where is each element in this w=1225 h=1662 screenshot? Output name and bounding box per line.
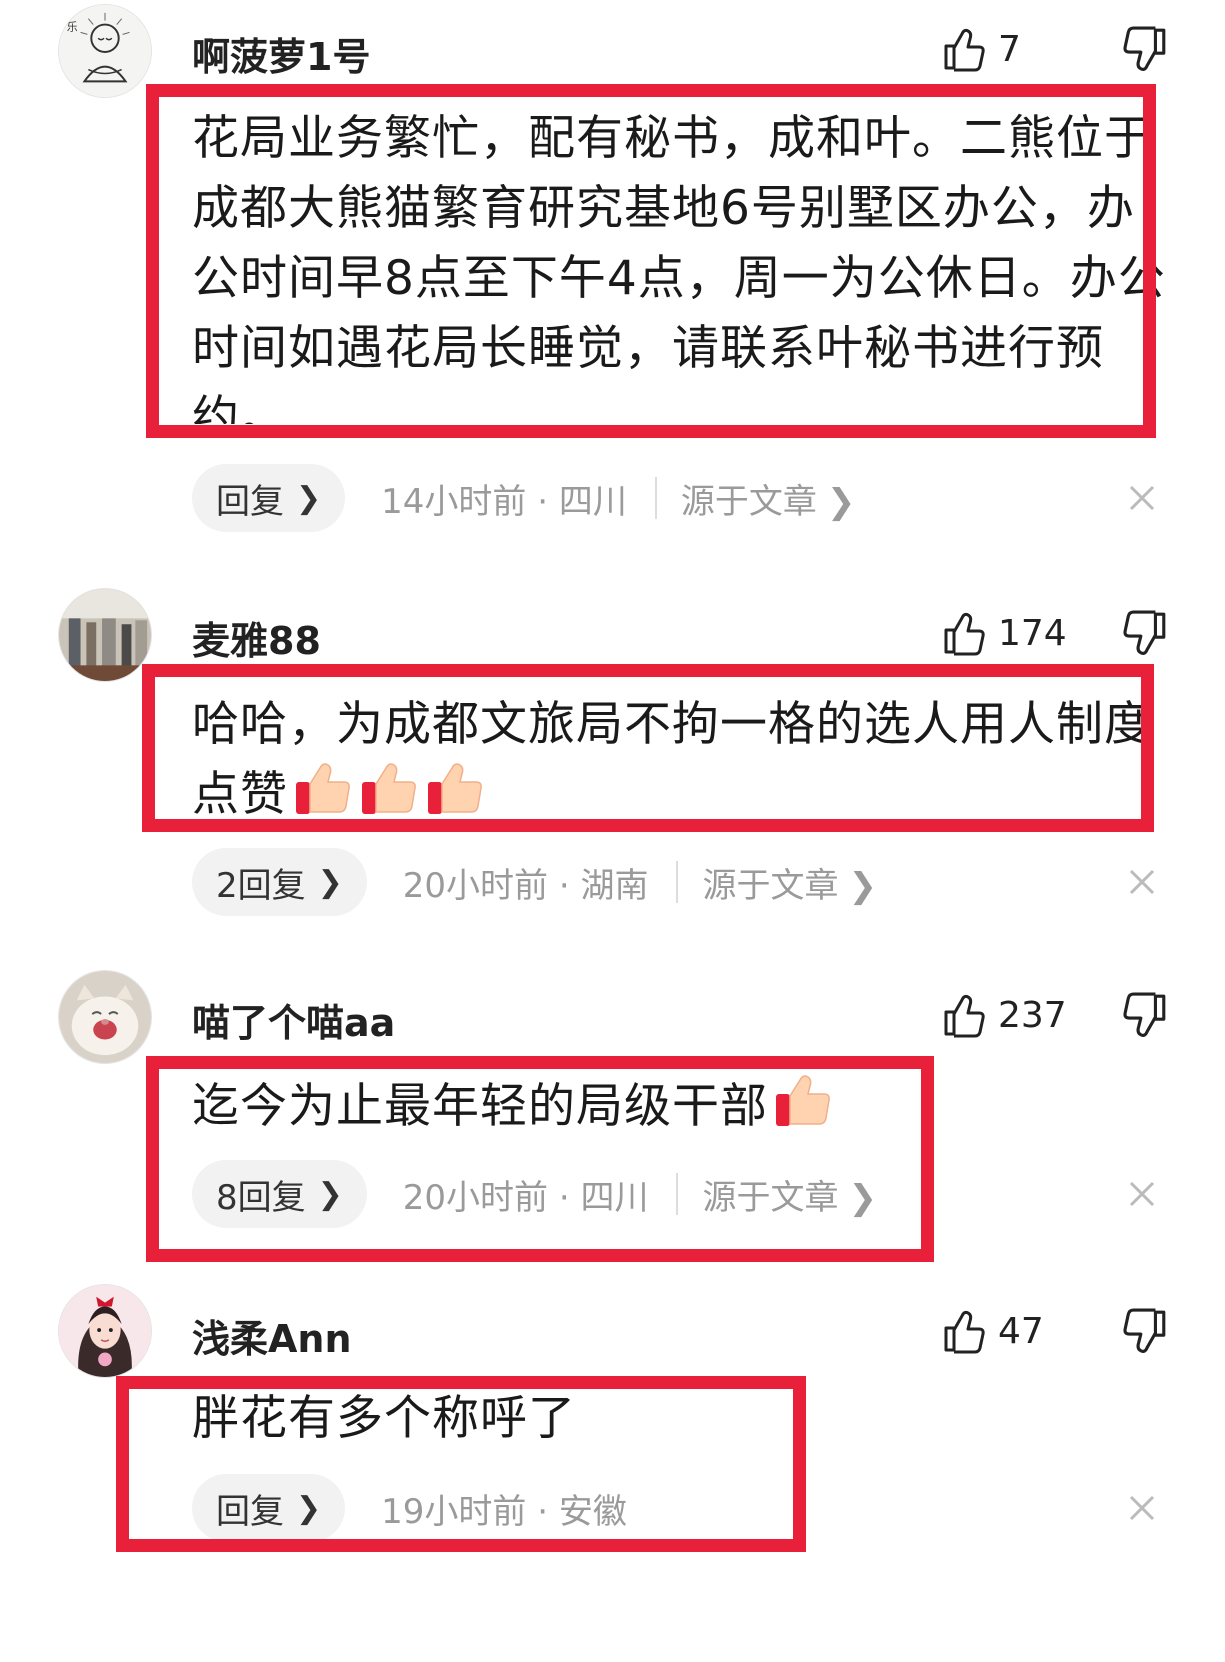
chevron-right-icon: ❯ bbox=[848, 865, 877, 906]
close-icon[interactable] bbox=[1128, 1494, 1156, 1522]
avatar[interactable] bbox=[58, 1284, 152, 1378]
thumbs-up-outline-icon bbox=[944, 994, 985, 1038]
avatar[interactable] bbox=[58, 970, 152, 1064]
like-count: 174 bbox=[998, 612, 1067, 654]
chevron-right-icon: ❯ bbox=[317, 864, 343, 900]
like-button[interactable]: 237 bbox=[942, 992, 1067, 1038]
avatar[interactable] bbox=[58, 588, 152, 682]
close-icon[interactable] bbox=[1128, 484, 1156, 512]
close-icon[interactable] bbox=[1128, 1180, 1156, 1208]
reply-label: 2回复 bbox=[216, 865, 306, 906]
thumbs-down-outline-icon[interactable] bbox=[1122, 992, 1168, 1040]
thumbs-up-outline-icon bbox=[944, 28, 985, 72]
close-icon[interactable] bbox=[1128, 868, 1156, 896]
like-count: 47 bbox=[998, 1310, 1044, 1352]
comment-meta: 回复 ❯ 14小时前 · 四川 源于文章 ❯ bbox=[192, 464, 855, 532]
like-count: 7 bbox=[998, 28, 1021, 70]
source-link[interactable]: 源于文章 ❯ bbox=[702, 858, 877, 907]
username[interactable]: 喵了个喵aa bbox=[192, 992, 395, 1047]
like-count: 237 bbox=[998, 994, 1067, 1036]
thumbs-down-outline-icon[interactable] bbox=[1122, 26, 1168, 74]
highlight-box bbox=[146, 1056, 934, 1262]
thumbs-up-outline-icon bbox=[944, 1310, 985, 1354]
thumbs-up-outline-icon bbox=[944, 612, 985, 656]
reply-label: 回复 bbox=[216, 481, 284, 522]
svg-text:乐: 乐 bbox=[67, 20, 78, 33]
username[interactable]: 啊菠萝1号 bbox=[192, 26, 370, 81]
divider bbox=[654, 477, 657, 519]
comment-time-location: 20小时前 · 湖南 bbox=[402, 865, 649, 906]
comment-meta: 2回复 ❯ 20小时前 · 湖南 源于文章 ❯ bbox=[192, 848, 877, 916]
like-button[interactable]: 7 bbox=[942, 26, 1021, 72]
like-button[interactable]: 47 bbox=[942, 1308, 1044, 1354]
highlight-box bbox=[146, 84, 1156, 438]
like-button[interactable]: 174 bbox=[942, 610, 1067, 656]
comment-time-location: 14小时前 · 四川 bbox=[381, 481, 627, 522]
chevron-right-icon: ❯ bbox=[296, 480, 322, 516]
username[interactable]: 麦雅88 bbox=[192, 610, 321, 665]
source-label: 源于文章 bbox=[680, 481, 817, 522]
username[interactable]: 浅柔Ann bbox=[192, 1308, 352, 1363]
chevron-right-icon: ❯ bbox=[826, 481, 856, 522]
source-label: 源于文章 bbox=[702, 865, 839, 906]
source-link[interactable]: 源于文章 ❯ bbox=[681, 474, 856, 523]
thumbs-down-outline-icon[interactable] bbox=[1122, 610, 1168, 658]
avatar[interactable]: 乐 bbox=[58, 4, 152, 98]
highlight-box bbox=[116, 1376, 806, 1552]
highlight-box bbox=[142, 664, 1154, 832]
thumbs-down-outline-icon[interactable] bbox=[1122, 1308, 1168, 1356]
reply-button[interactable]: 2回复 ❯ bbox=[192, 848, 367, 916]
divider bbox=[676, 861, 679, 903]
reply-button[interactable]: 回复 ❯ bbox=[192, 464, 346, 532]
